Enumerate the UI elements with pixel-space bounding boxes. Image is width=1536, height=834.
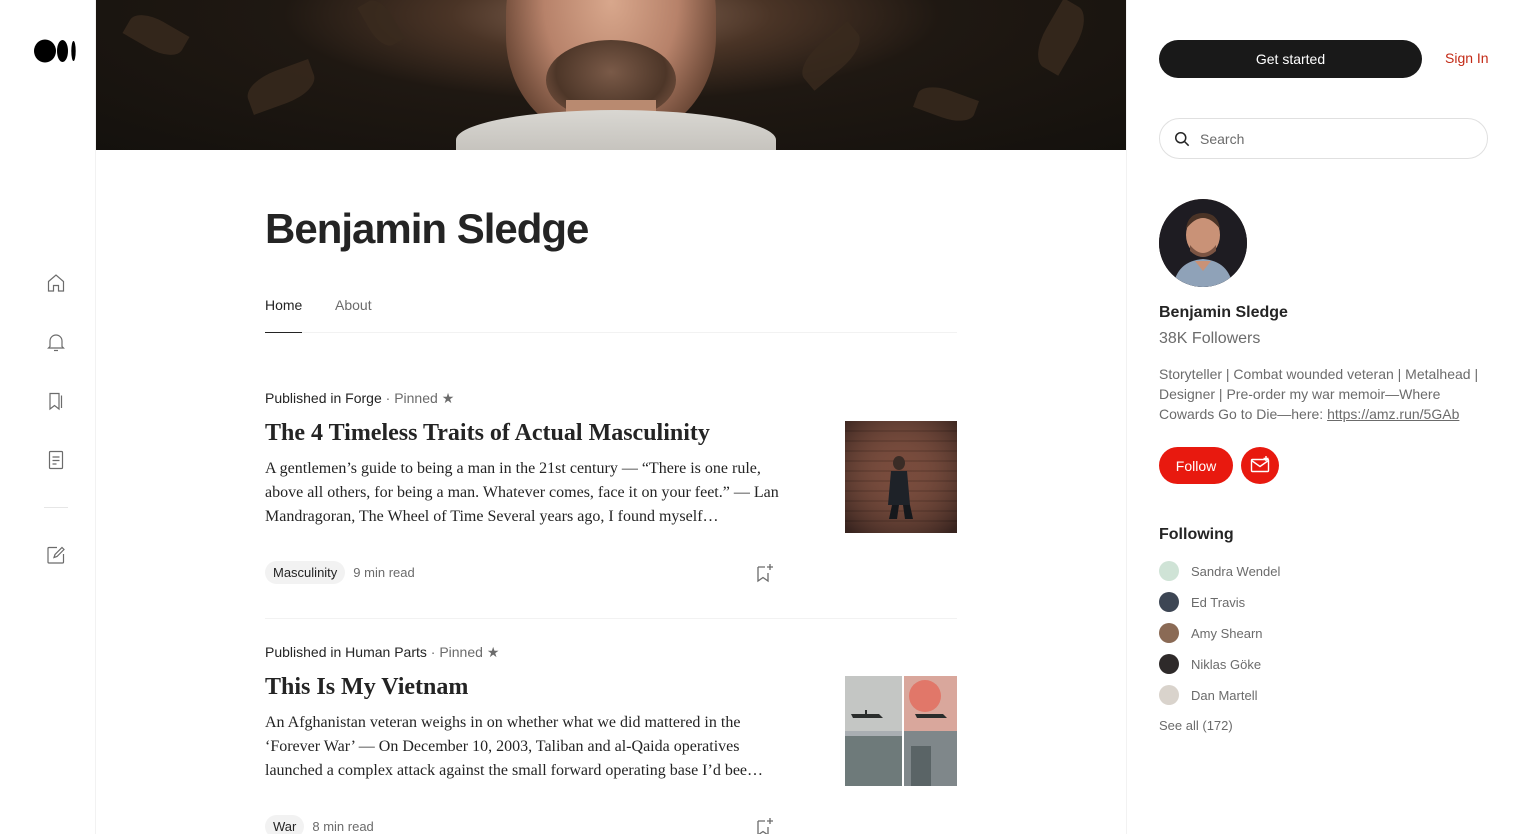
follow-button[interactable]: Follow	[1159, 447, 1233, 484]
following-item[interactable]: Amy Shearn	[1159, 623, 1263, 643]
write-icon[interactable]	[44, 543, 68, 567]
post-excerpt[interactable]: An Afghanistan veteran weighs in on whet…	[265, 711, 785, 783]
pinned-star-icon: ★	[486, 644, 500, 660]
following-heading: Following	[1159, 526, 1234, 543]
post-publication-line: Published in Forge · Pinned ★	[265, 390, 455, 406]
post-meta: Masculinity 9 min read	[265, 561, 415, 584]
main-content: Benjamin Sledge Home About Published in …	[96, 0, 1127, 834]
post-thumbnail[interactable]	[845, 676, 957, 786]
post-title[interactable]: This Is My Vietnam	[265, 674, 825, 701]
search-icon	[1175, 132, 1190, 147]
profile-tabs: Home About	[265, 297, 957, 333]
publication-link[interactable]: Forge	[345, 390, 382, 406]
left-nav-rail	[0, 0, 96, 834]
post-excerpt[interactable]: A gentlemen’s guide to being a man in th…	[265, 457, 785, 529]
post-card[interactable]: Published in Forge · Pinned ★ The 4 Time…	[265, 390, 957, 590]
post-card[interactable]: Published in Human Parts · Pinned ★ This…	[265, 644, 957, 834]
pinned-star-icon: ★	[441, 390, 455, 406]
sidebar-author-name[interactable]: Benjamin Sledge	[1159, 304, 1288, 322]
post-title[interactable]: The 4 Timeless Traits of Actual Masculin…	[265, 420, 825, 447]
following-item[interactable]: Dan Martell	[1159, 685, 1257, 705]
following-item[interactable]: Sandra Wendel	[1159, 561, 1280, 581]
author-bio: Storyteller | Combat wounded veteran | M…	[1159, 366, 1479, 422]
avatar	[1159, 623, 1179, 643]
post-tag[interactable]: War	[265, 815, 305, 834]
post-publication-line: Published in Human Parts · Pinned ★	[265, 644, 500, 660]
avatar	[1159, 685, 1179, 705]
search-input[interactable]	[1200, 119, 1470, 158]
avatar	[1159, 592, 1179, 612]
tab-home[interactable]: Home	[265, 297, 303, 333]
bookmark-add-icon[interactable]	[753, 816, 775, 834]
nav-divider	[44, 507, 68, 508]
followers-count[interactable]: 38K Followers	[1159, 330, 1260, 348]
bookmark-add-icon[interactable]	[753, 562, 775, 584]
tab-about[interactable]: About	[335, 297, 372, 333]
post-thumbnail[interactable]	[845, 421, 957, 533]
avatar	[1159, 561, 1179, 581]
right-sidebar: Get started Sign In Benjamin Sledge 38K …	[1127, 0, 1536, 834]
read-time: 9 min read	[353, 565, 415, 580]
following-item[interactable]: Niklas Göke	[1159, 654, 1261, 674]
post-tag[interactable]: Masculinity	[265, 561, 346, 584]
post-meta: War 8 min read	[265, 815, 374, 834]
profile-banner-image	[96, 0, 1126, 150]
publication-link[interactable]: Human Parts	[345, 644, 427, 660]
post-divider	[265, 618, 957, 619]
subscribe-email-button[interactable]	[1241, 447, 1279, 484]
notifications-icon[interactable]	[44, 330, 68, 354]
sign-in-link[interactable]: Sign In	[1445, 50, 1489, 66]
get-started-button[interactable]: Get started	[1159, 40, 1422, 78]
search-box[interactable]	[1159, 118, 1488, 159]
bookmarks-icon[interactable]	[44, 389, 68, 413]
page-title: Benjamin Sledge	[265, 205, 589, 252]
see-all-following-link[interactable]: See all (172)	[1159, 718, 1233, 733]
bio-link[interactable]: https://amz.run/5GAb	[1327, 406, 1459, 422]
read-time: 8 min read	[312, 819, 374, 834]
stories-icon[interactable]	[44, 448, 68, 472]
avatar	[1159, 654, 1179, 674]
following-item[interactable]: Ed Travis	[1159, 592, 1245, 612]
home-icon[interactable]	[44, 271, 68, 295]
profile-avatar[interactable]	[1159, 199, 1247, 287]
email-subscribe-icon	[1250, 456, 1270, 473]
medium-logo[interactable]	[34, 38, 78, 64]
